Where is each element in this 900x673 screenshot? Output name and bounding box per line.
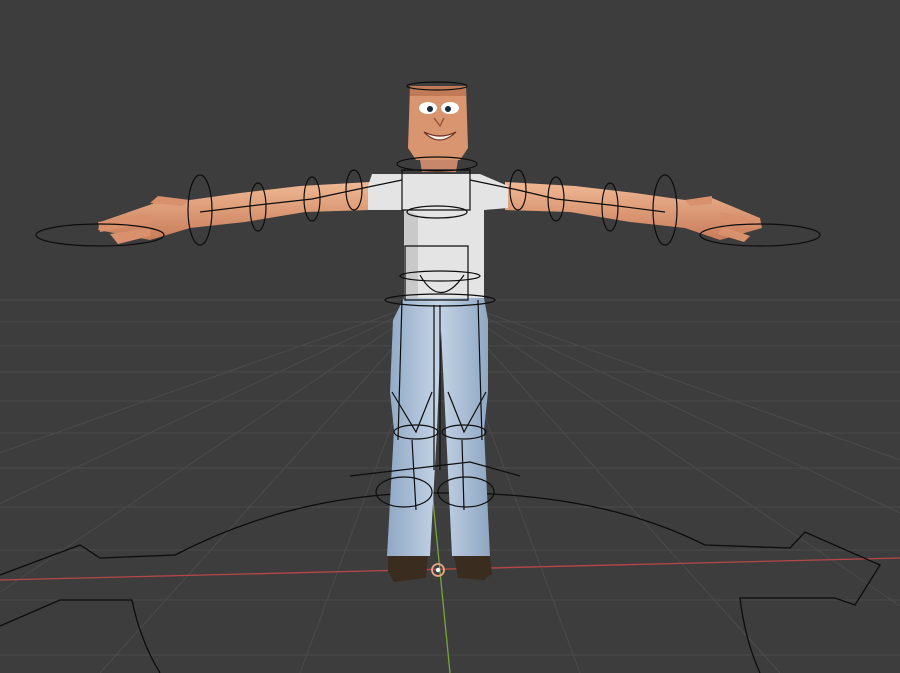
hair-line — [410, 86, 466, 96]
right-shoe — [454, 556, 492, 580]
shirt-shadow — [404, 210, 418, 300]
viewport-canvas[interactable] — [0, 0, 900, 673]
right-pupil — [445, 106, 451, 112]
3d-viewport[interactable] — [0, 0, 900, 673]
left-shoe — [388, 556, 428, 582]
left-pupil — [427, 106, 433, 112]
